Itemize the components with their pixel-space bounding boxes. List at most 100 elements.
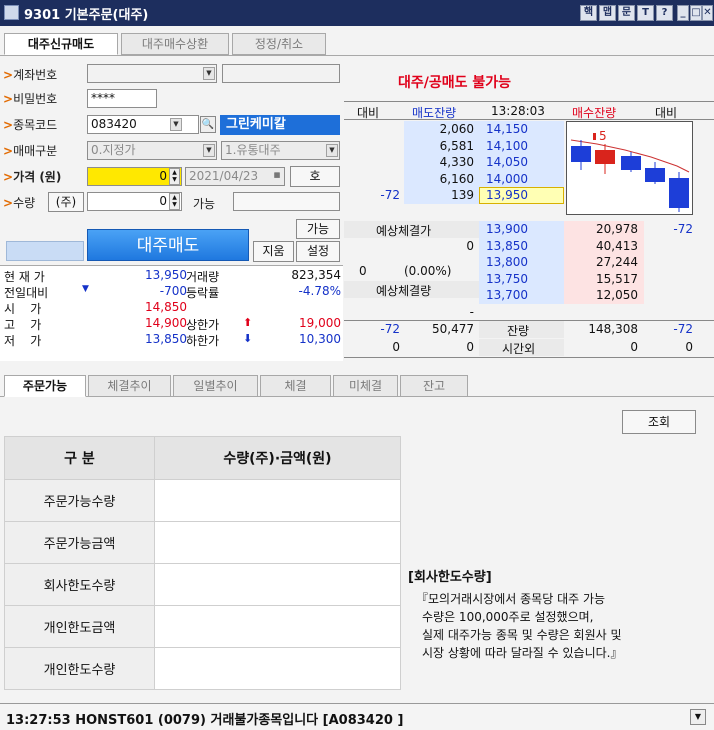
short-sell-status: 대주/공매도 불가능	[398, 75, 512, 91]
tab-bottom-4[interactable]: 미체결	[333, 375, 398, 397]
loan-type-select[interactable]: 1.유통대주 ▼	[221, 141, 340, 160]
row-label: 주문가능수량	[4, 479, 155, 522]
ask-price[interactable]: 14,050	[486, 155, 528, 169]
account-name-field	[222, 64, 340, 83]
price-info-value2: 10,300	[299, 332, 341, 346]
account-label: >계좌번호	[3, 68, 58, 82]
account-input[interactable]: ▼	[87, 64, 217, 83]
settings-button[interactable]: 설정	[296, 241, 340, 262]
price-info-value2: 823,354	[291, 268, 341, 282]
help-icon[interactable]: ?	[656, 5, 673, 21]
ask-price[interactable]: 14,000	[486, 172, 528, 186]
search-icon[interactable]: 🔍	[200, 116, 216, 133]
tab-bottom-1[interactable]: 체결추이	[88, 375, 171, 397]
minimize-icon[interactable]: _	[677, 5, 689, 21]
ask-remain[interactable]: 6,581	[404, 139, 474, 153]
bid-remain-header: 매수잔량	[572, 106, 617, 120]
map-icon[interactable]: 맵	[599, 5, 616, 21]
tab-short-buy-repay[interactable]: 대주매수상환	[121, 33, 229, 55]
quote-bottom-border	[344, 357, 714, 358]
price-info-label: 전일대비	[4, 286, 49, 300]
table-row: 회사한도수량	[4, 563, 401, 606]
status-bar: 13:27:53 HONST601 (0079) 거래불가종목입니다 [A083…	[0, 703, 714, 730]
after-bid: 0	[630, 340, 638, 354]
up-arrow-icon: ⬆	[243, 316, 253, 329]
row-value	[154, 563, 401, 606]
bid-remain[interactable]: 15,517	[566, 272, 638, 286]
ask-remain-header: 매도잔량	[412, 106, 457, 120]
expected-vol-label: 예상체결량	[376, 284, 432, 298]
bid-price[interactable]: 13,900	[486, 222, 528, 236]
price-info-value: 14,850	[145, 300, 187, 314]
date-field[interactable]: 2021/04/23 ▦	[185, 167, 285, 186]
tab-bottom-3[interactable]: 체결	[260, 375, 331, 397]
tab-modify-cancel[interactable]: 정정/취소	[232, 33, 326, 55]
expected-vol-value: -	[469, 305, 474, 319]
query-button[interactable]: 조회	[622, 410, 696, 434]
trade-type-select[interactable]: 0.지정가 ▼	[87, 141, 217, 160]
ask-diff: -72	[380, 188, 400, 203]
stock-code-input[interactable]: 083420 ▼	[87, 115, 199, 134]
price-info-label2: 등락률	[186, 286, 220, 300]
price-info-value: -700	[159, 284, 187, 298]
ask-remain[interactable]: 4,330	[404, 155, 474, 169]
price-info-value: 14,900	[145, 316, 187, 330]
stock-code-label: >종목코드	[3, 118, 58, 132]
note-text: 『모의거래시장에서 종목당 대주 가능 수량은 100,000주로 설정했으며,…	[416, 592, 623, 660]
ask-remain[interactable]: 139	[404, 188, 474, 202]
avail-button[interactable]: 가능	[296, 219, 340, 239]
bid-price[interactable]: 13,700	[486, 288, 528, 302]
bid-remain[interactable]: 20,978	[566, 222, 638, 236]
bid-remain[interactable]: 12,050	[566, 288, 638, 302]
ask-price[interactable]: 13,950	[486, 188, 528, 202]
password-label: >비밀번호	[3, 92, 58, 106]
diff2-header: 대비	[655, 106, 678, 120]
price-label: >가격 (원)	[3, 170, 62, 184]
down-arrow-icon: ⬇	[243, 332, 253, 345]
short-sell-button[interactable]: 대주매도	[87, 229, 249, 261]
text-icon[interactable]: T	[637, 5, 654, 21]
price-stepper[interactable]: ▲ ▼	[169, 168, 180, 185]
tab-bottom-2[interactable]: 일별추이	[173, 375, 258, 397]
tab-short-sell-new[interactable]: 대주신규매도	[4, 33, 118, 55]
tab-bottom-0[interactable]: 주문가능	[4, 375, 86, 397]
ask-price[interactable]: 14,100	[486, 139, 528, 153]
tab-divider	[0, 55, 714, 56]
title-bar: 9301 기본주문(대주) 핵 맵 문 T ? _ □ ✕	[0, 0, 714, 26]
price-info-label: 현 재 가	[4, 270, 45, 284]
print-icon[interactable]: 문	[618, 5, 635, 21]
qty-unit-button[interactable]: (주)	[48, 192, 84, 212]
qty-stepper[interactable]: ▲ ▼	[169, 193, 180, 210]
bid-remain[interactable]: 27,244	[566, 255, 638, 269]
ask-price[interactable]: 14,150	[486, 122, 528, 136]
table-row: 개인한도금액	[4, 605, 401, 648]
row-label: 개인한도금액	[4, 605, 155, 648]
bid-price[interactable]: 13,850	[486, 239, 528, 253]
table-row: 개인한도수량	[4, 647, 401, 690]
window-icon	[4, 5, 19, 20]
mini-chart: 5	[566, 121, 693, 215]
ask-remain[interactable]: 2,060	[404, 122, 474, 136]
qty-input[interactable]: 0	[87, 192, 182, 211]
clear-button[interactable]: 지움	[253, 241, 294, 262]
chevron-down-icon[interactable]: ▼	[690, 709, 706, 725]
ask-remain[interactable]: 6,160	[404, 172, 474, 186]
password-field[interactable]: ****	[87, 89, 157, 108]
quote-price-button[interactable]: 호	[290, 166, 340, 187]
expected-rate: (0.00%)	[404, 264, 452, 278]
bid-diff: -72	[673, 222, 693, 236]
tab-bottom-5[interactable]: 잔고	[400, 375, 468, 397]
close-icon[interactable]: ✕	[702, 5, 713, 21]
bid-price[interactable]: 13,750	[486, 272, 528, 286]
price-info-label: 시 가	[4, 302, 42, 316]
price-info-value: 13,850	[145, 332, 187, 346]
avail-qty-field	[233, 192, 340, 211]
after-ask-diff: 0	[392, 340, 400, 354]
maximize-icon[interactable]: □	[690, 5, 702, 21]
price-info-value: 13,950	[145, 268, 187, 282]
bid-price[interactable]: 13,800	[486, 255, 528, 269]
bid-remain[interactable]: 40,413	[566, 239, 638, 253]
row-value	[154, 647, 401, 690]
pin-icon[interactable]: 핵	[580, 5, 597, 21]
price-input[interactable]: 0	[87, 167, 182, 186]
